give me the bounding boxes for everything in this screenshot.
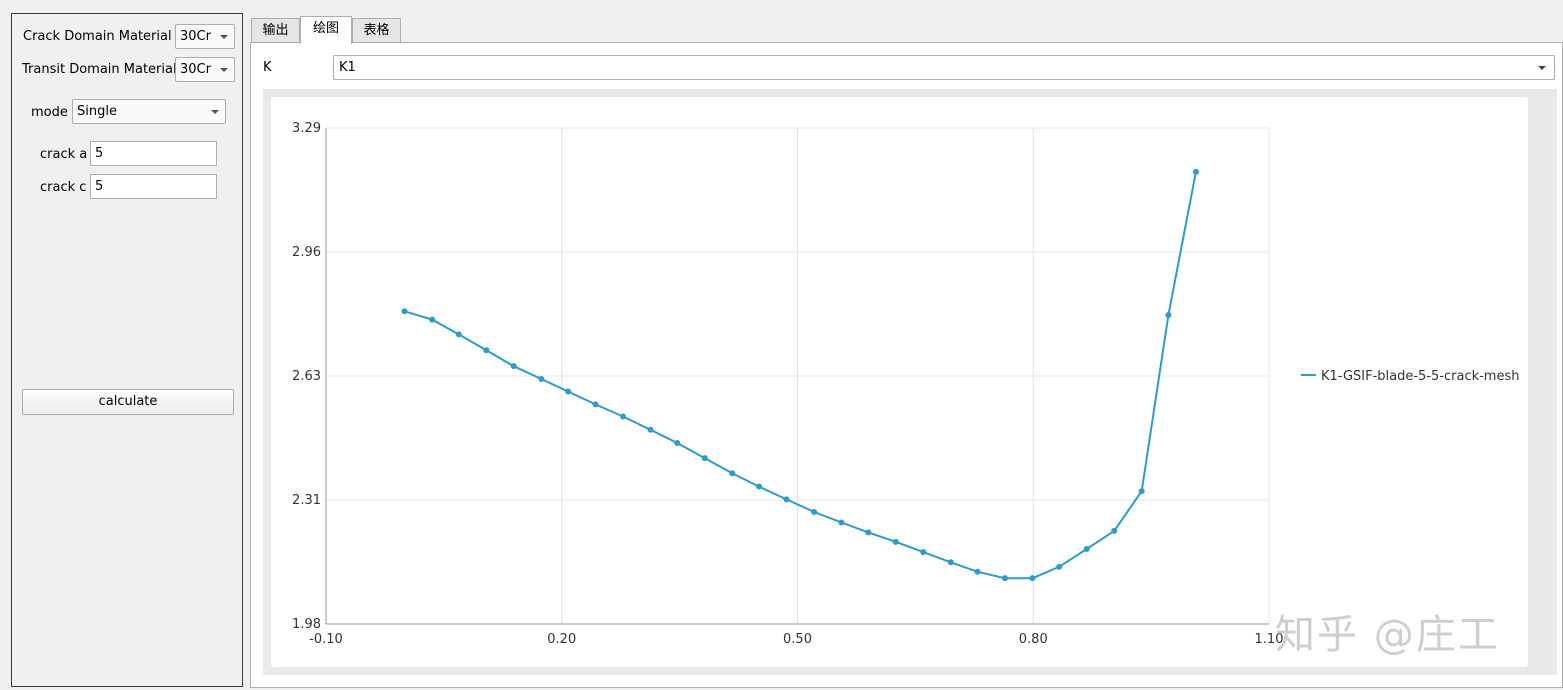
data-point: [455, 331, 462, 338]
data-point: [811, 508, 818, 515]
x-tick-label: 0.20: [547, 632, 576, 647]
data-point: [729, 470, 736, 477]
transit-domain-material-select[interactable]: 30Cr: [175, 57, 235, 82]
series-line: [404, 171, 1197, 580]
x-tick-label: 0.80: [1019, 632, 1048, 647]
mode-select[interactable]: Single: [72, 99, 226, 124]
k-select[interactable]: K1: [333, 55, 1555, 80]
x-tick-label: -0.10: [309, 632, 343, 647]
x-tick-label: 0.50: [783, 632, 812, 647]
data-point: [1056, 563, 1063, 570]
y-tick-label: 2.63: [292, 369, 321, 384]
data-point: [674, 440, 681, 447]
chevron-down-icon: [220, 35, 228, 39]
data-point: [783, 496, 790, 503]
y-tick-label: 3.29: [292, 121, 321, 136]
tab-table[interactable]: 表格: [352, 18, 401, 43]
data-point: [401, 308, 408, 315]
chevron-down-icon: [220, 68, 228, 72]
tab-plot[interactable]: 绘图: [300, 16, 352, 44]
chart-frame: -0.10 0.20 0.50 0.80 1.10 1.98 2.31 2.63 2.96 3.2…: [263, 89, 1557, 675]
tab-output[interactable]: 输出: [251, 18, 300, 43]
data-point: [1111, 527, 1118, 534]
k-select-value: K1: [339, 60, 356, 75]
data-point: [755, 483, 762, 490]
data-point: [1083, 546, 1090, 553]
data-point: [865, 529, 872, 536]
mode-label: mode: [31, 105, 68, 120]
y-tick-label: 2.31: [292, 493, 321, 508]
data-point: [565, 388, 572, 395]
data-point: [592, 401, 599, 408]
plot-tab-content: K K1 -0.10 0.20 0.50 0.80 1.10 1.98 2.31 2.63 2.…: [250, 42, 1563, 688]
data-point: [892, 538, 899, 545]
data-point: [1165, 312, 1172, 319]
crack-c-input[interactable]: 5: [90, 174, 217, 199]
chevron-down-icon: [211, 110, 219, 114]
transit-domain-material-label: Transit Domain Material: [22, 62, 177, 77]
legend-label: K1-GSIF-blade-5-5-crack-mesh: [1321, 369, 1520, 384]
data-point: [1001, 575, 1008, 582]
data-point: [838, 519, 845, 526]
chart-card: -0.10 0.20 0.50 0.80 1.10 1.98 2.31 2.63 2.96 3.2…: [271, 97, 1528, 667]
y-tick-label: 2.96: [292, 245, 321, 260]
k-label: K: [263, 60, 272, 75]
control-panel: Crack Domain Material 30Cr Transit Domai…: [11, 13, 243, 687]
mode-value: Single: [77, 104, 117, 119]
data-point: [1192, 168, 1199, 175]
data-point: [538, 376, 545, 383]
data-point: [429, 316, 436, 323]
data-point: [1029, 575, 1036, 582]
crack-domain-material-select[interactable]: 30Cr: [175, 24, 235, 49]
y-tick-label: 1.98: [292, 617, 321, 632]
data-point: [620, 413, 627, 420]
data-point: [647, 426, 654, 433]
calculate-button[interactable]: calculate: [22, 389, 234, 415]
transit-domain-material-value: 30Cr: [180, 62, 211, 77]
data-point: [701, 455, 708, 462]
k1-line-chart: -0.10 0.20 0.50 0.80 1.101.982.312.632.963.2…: [292, 121, 1520, 647]
crack-a-label: crack a: [40, 147, 88, 162]
data-point: [920, 549, 927, 556]
crack-c-label: crack c: [40, 180, 87, 195]
crack-domain-material-value: 30Cr: [180, 29, 211, 44]
results-panel: 输出 绘图 表格 K K1 -0.10 0.20 0.50 0.80 1.10 1.98 2…: [250, 0, 1563, 690]
chevron-down-icon: [1538, 66, 1546, 70]
watermark-text: 知乎 @庄工: [1275, 612, 1500, 658]
data-point: [974, 568, 981, 575]
crack-a-input[interactable]: 5: [90, 141, 217, 166]
data-point: [483, 347, 490, 354]
data-point: [1138, 488, 1145, 495]
data-point: [947, 559, 954, 566]
data-point: [510, 363, 517, 370]
crack-domain-material-label: Crack Domain Material: [23, 29, 172, 44]
